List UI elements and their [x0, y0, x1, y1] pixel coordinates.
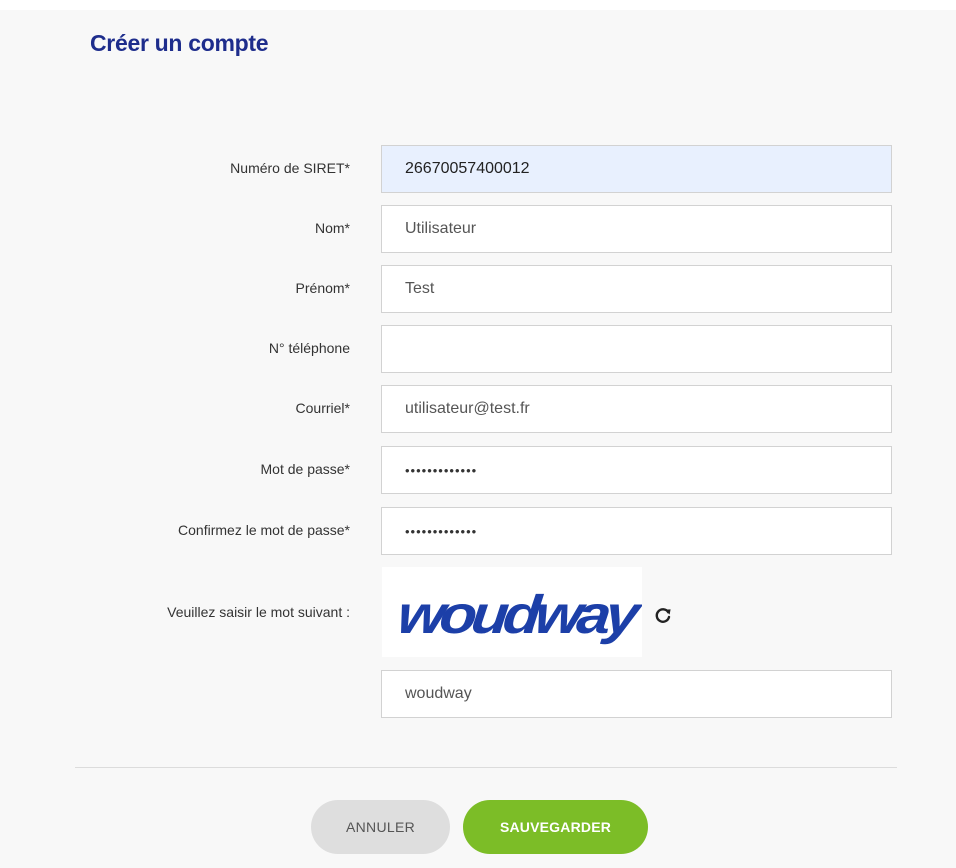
last-name-input[interactable]: [381, 205, 892, 253]
first-name-input[interactable]: [381, 265, 892, 313]
email-label: Courriel*: [295, 400, 350, 416]
save-button[interactable]: SAUVEGARDER: [463, 800, 648, 854]
phone-label: N° téléphone: [268, 340, 350, 356]
captcha-word-graphic: woudway: [395, 585, 646, 645]
siret-input[interactable]: [381, 145, 892, 193]
create-account-panel: [0, 10, 956, 868]
email-input[interactable]: [381, 385, 892, 433]
captcha-label: Veuillez saisir le mot suivant :: [167, 604, 350, 620]
phone-input[interactable]: [381, 325, 892, 373]
siret-label: Numéro de SIRET*: [230, 160, 350, 176]
confirm-password-label: Confirmez le mot de passe*: [178, 522, 350, 538]
last-name-label: Nom*: [314, 220, 350, 236]
captcha-word: woudway: [395, 585, 642, 645]
form-divider: [75, 767, 897, 768]
page-title: Créer un compte: [90, 30, 269, 56]
password-input[interactable]: [381, 446, 892, 494]
cancel-button[interactable]: ANNULER: [311, 800, 450, 854]
confirm-password-input[interactable]: [381, 507, 892, 555]
captcha-input[interactable]: [381, 670, 892, 718]
captcha-image: woudway: [382, 567, 646, 657]
first-name-label: Prénom*: [295, 280, 350, 296]
refresh-icon[interactable]: [653, 606, 673, 626]
password-label: Mot de passe*: [260, 461, 351, 477]
